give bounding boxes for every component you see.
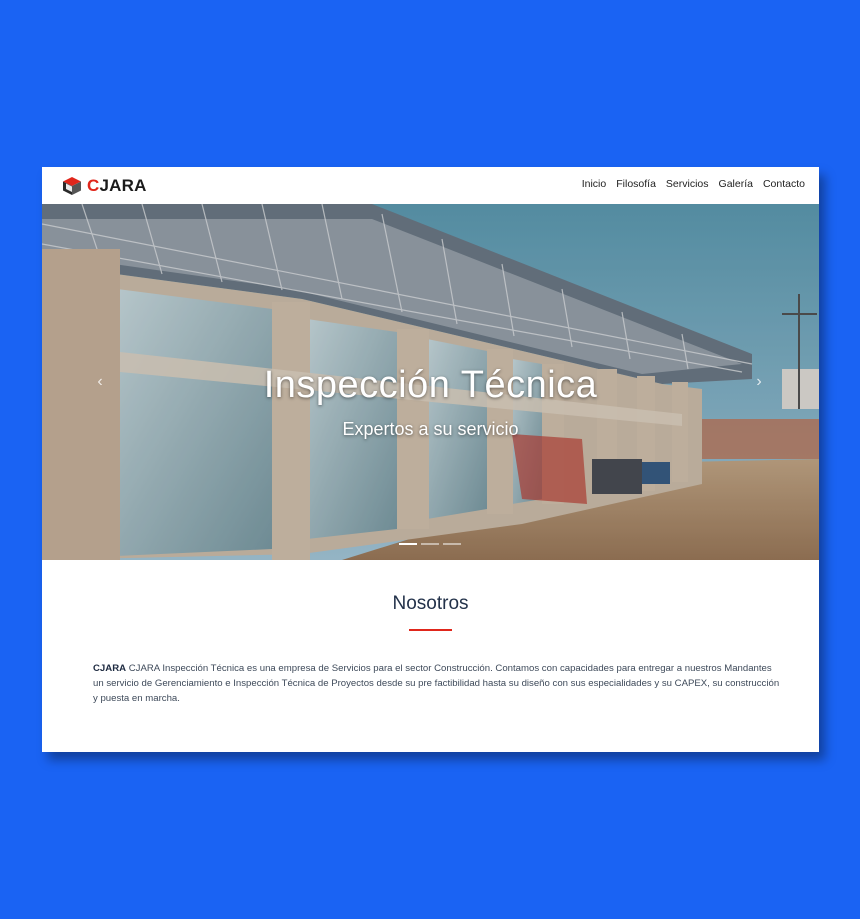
section-divider [409, 629, 452, 631]
carousel-dot-2[interactable] [421, 543, 439, 545]
about-lead: CJARA [93, 663, 127, 674]
main-menu: Inicio Filosofía Servicios Galería Conta… [582, 178, 805, 190]
nav-item-servicios[interactable]: Servicios [666, 178, 709, 190]
carousel-dot-3[interactable] [443, 543, 461, 545]
carousel-indicators [399, 543, 461, 545]
hero-title: Inspección Técnica [263, 364, 598, 406]
nav-item-inicio[interactable]: Inicio [582, 178, 607, 190]
nav-item-galeria[interactable]: Galería [719, 178, 753, 190]
about-paragraph: CJARA CJARA Inspección Técnica es una em… [93, 661, 783, 706]
nav-item-contacto[interactable]: Contacto [763, 178, 805, 190]
about-body: CJARA Inspección Técnica es una empresa … [93, 663, 780, 704]
carousel-dot-1[interactable] [399, 543, 417, 545]
hero-carousel: Inspección Técnica Expertos a su servici… [42, 204, 819, 560]
cube-icon [63, 177, 81, 195]
brand-name: CJARA [87, 176, 147, 195]
nav-item-filosofia[interactable]: Filosofía [616, 178, 656, 190]
section-title: Nosotros [392, 593, 469, 614]
carousel-next-icon[interactable]: › [751, 372, 767, 392]
brand-logo[interactable]: CJARA [62, 175, 147, 197]
carousel-prev-icon[interactable]: ‹ [92, 372, 108, 392]
browser-page: CJARA Inicio Filosofía Servicios Galería… [42, 167, 819, 752]
navbar: CJARA Inicio Filosofía Servicios Galería… [42, 167, 819, 204]
hero-subtitle: Expertos a su servicio [342, 419, 519, 439]
